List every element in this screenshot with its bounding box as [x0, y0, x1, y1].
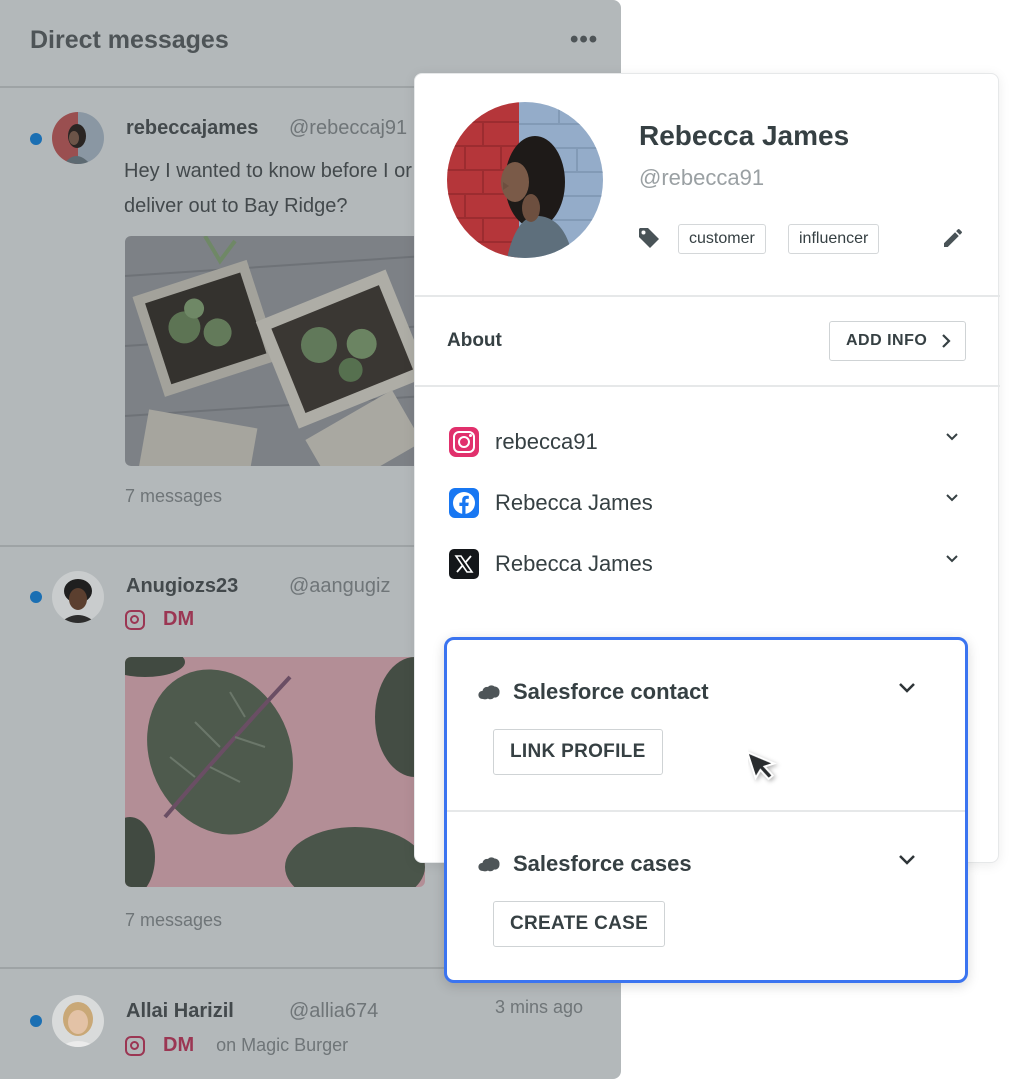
- app-root: Direct messages ••• rebeccajames @rebecc…: [0, 0, 1024, 1079]
- social-row-x[interactable]: Rebecca James: [449, 546, 959, 582]
- salesforce-cloud-icon: [478, 685, 500, 700]
- profile-name: Rebecca James: [639, 120, 850, 151]
- facebook-icon: [449, 488, 479, 518]
- x-icon: [449, 549, 479, 579]
- channel-type: DM: [163, 608, 195, 630]
- social-label: rebecca91: [495, 429, 598, 454]
- channel-label: DM on Magic Burger: [125, 1034, 348, 1057]
- divider: [415, 385, 1000, 387]
- instagram-icon: [449, 427, 479, 457]
- message-image-microgreens[interactable]: [125, 236, 425, 466]
- edit-tags-pencil-icon[interactable]: [941, 226, 965, 255]
- unread-indicator: [30, 1015, 42, 1027]
- conversation-item-allai-harizil[interactable]: Allai Harizil @allia674 3 mins ago DM on…: [0, 969, 621, 1079]
- salesforce-cases-title: Salesforce cases: [513, 851, 692, 876]
- conversation-handle: @rebeccaj91: [289, 117, 408, 139]
- channel-account: on Magic Burger: [216, 1035, 349, 1055]
- profile-avatar: [447, 102, 603, 258]
- conversation-name: rebeccajames: [126, 117, 259, 139]
- chevron-down-icon[interactable]: [897, 681, 917, 695]
- link-profile-button[interactable]: LINK PROFILE: [493, 729, 663, 775]
- social-label: Rebecca James: [495, 551, 653, 576]
- tag-influencer[interactable]: influencer: [788, 224, 880, 254]
- add-info-label: ADD INFO: [846, 332, 928, 349]
- instagram-icon: [125, 609, 145, 630]
- chevron-down-icon[interactable]: [945, 432, 959, 442]
- dm-panel-title: Direct messages: [30, 26, 229, 54]
- salesforce-contact-title: Salesforce contact: [513, 679, 709, 704]
- tag-customer[interactable]: customer: [678, 224, 766, 254]
- salesforce-cases-header[interactable]: Salesforce cases: [477, 851, 692, 877]
- unread-indicator: [30, 133, 42, 145]
- tag-icon: [637, 226, 661, 255]
- conversation-handle: @aangugiz: [289, 575, 391, 597]
- more-options-icon[interactable]: •••: [570, 26, 598, 54]
- avatar: [52, 571, 104, 623]
- unread-indicator: [30, 591, 42, 603]
- salesforce-cloud-icon: [478, 857, 500, 872]
- chevron-down-icon[interactable]: [945, 493, 959, 503]
- avatar: [52, 112, 104, 164]
- profile-handle: @rebecca91: [639, 165, 765, 190]
- social-label: Rebecca James: [495, 490, 653, 515]
- salesforce-panel: Salesforce contact LINK PROFILE Salesfor…: [444, 637, 968, 983]
- salesforce-contact-header[interactable]: Salesforce contact: [477, 679, 709, 705]
- conversation-name: Allai Harizil: [126, 1000, 234, 1022]
- social-row-instagram[interactable]: rebecca91: [449, 424, 959, 460]
- instagram-icon: [125, 1035, 145, 1056]
- chevron-down-icon[interactable]: [945, 554, 959, 564]
- message-preview-line: deliver out to Bay Ridge?: [124, 195, 348, 217]
- divider: [415, 295, 1000, 297]
- channel-type: DM: [163, 1034, 195, 1056]
- add-info-button[interactable]: ADD INFO: [829, 321, 966, 361]
- conversation-handle: @allia674: [289, 1000, 379, 1022]
- message-count: 7 messages: [125, 486, 223, 506]
- create-case-button[interactable]: CREATE CASE: [493, 901, 666, 947]
- conversation-time: 3 mins ago: [495, 997, 584, 1017]
- about-label: About: [447, 330, 502, 351]
- message-count: 7 messages: [125, 910, 223, 930]
- divider: [447, 810, 965, 812]
- chevron-down-icon[interactable]: [897, 853, 917, 867]
- conversation-name: Anugiozs23: [126, 575, 239, 597]
- chevron-right-icon: [942, 334, 951, 348]
- avatar: [52, 995, 104, 1047]
- message-preview-line: Hey I wanted to know before I or: [124, 160, 412, 182]
- message-image-leaves[interactable]: [125, 657, 425, 887]
- mouse-cursor-icon: [745, 745, 788, 792]
- social-row-facebook[interactable]: Rebecca James: [449, 485, 959, 521]
- channel-label: DM: [125, 608, 194, 631]
